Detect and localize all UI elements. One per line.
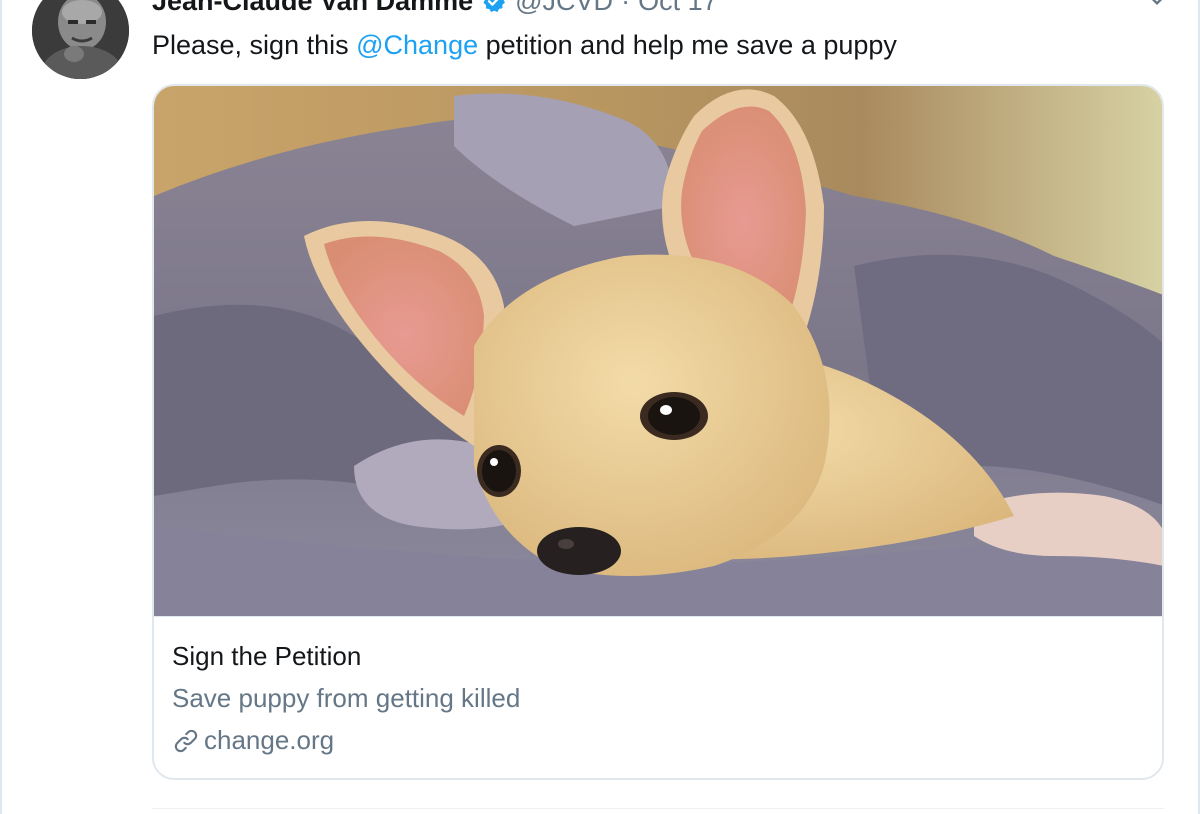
author-avatar[interactable]	[32, 0, 129, 79]
tweet-text: Please, sign this @Change petition and h…	[152, 28, 897, 62]
card-domain-text: change.org	[204, 725, 335, 755]
card-title[interactable]: Sign the Petition	[172, 641, 361, 672]
verified-badge-icon	[483, 0, 506, 13]
mention-link[interactable]: @Change	[356, 30, 478, 60]
tweet-date[interactable]: Oct 17	[638, 0, 718, 17]
timeline-divider-left	[0, 0, 2, 814]
header-separator: ·	[621, 0, 631, 16]
link-preview-card[interactable]: Sign the Petition Save puppy from gettin…	[152, 84, 1164, 780]
tweet-header: Jean-Claude Van Damme @JCVD · Oct 17	[152, 0, 718, 16]
chevron-down-icon[interactable]	[1144, 0, 1170, 12]
card-image[interactable]	[154, 86, 1164, 616]
card-body[interactable]: Sign the Petition Save puppy from gettin…	[154, 616, 1162, 778]
tweet-actions-divider	[152, 808, 1164, 809]
card-description: Save puppy from getting killed	[172, 683, 521, 713]
tweet-text-before: Please, sign this	[152, 30, 357, 60]
avatar-image	[32, 0, 129, 79]
link-icon	[174, 729, 198, 752]
tweet: Jean-Claude Van Damme @JCVD · Oct 17 Ple…	[0, 0, 1200, 814]
author-display-name[interactable]: Jean-Claude Van Damme	[152, 0, 473, 17]
card-domain[interactable]: change.org	[172, 725, 334, 756]
author-handle[interactable]: @JCVD	[515, 0, 613, 17]
tweet-text-after: petition and help me save a puppy	[478, 30, 897, 60]
